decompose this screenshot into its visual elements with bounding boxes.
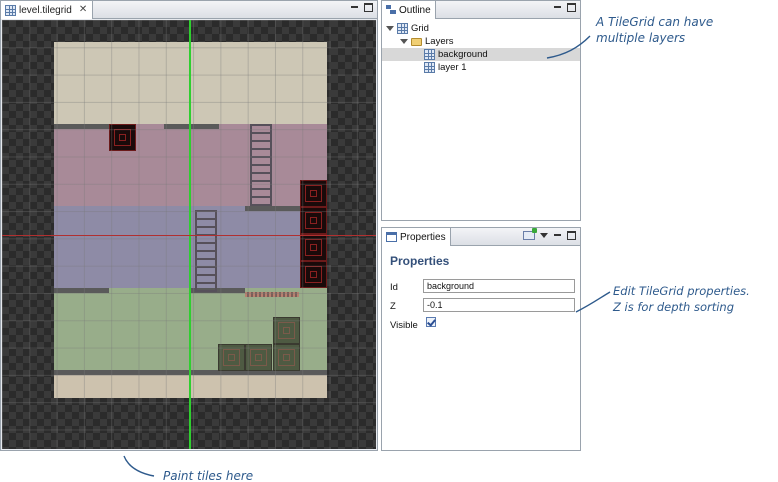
grid-icon	[424, 62, 435, 73]
editor-window-controls	[350, 3, 373, 12]
grid-icon	[5, 4, 16, 16]
layers-annotation: A TileGrid can have multiple layers	[596, 14, 713, 46]
properties-panel: Properties Properties Id Z Visible	[381, 227, 581, 451]
expand-triangle-icon[interactable]	[400, 39, 408, 44]
properties-tab-label: Properties	[400, 231, 446, 243]
properties-icon	[386, 232, 397, 242]
outline-tab-bar: Outline	[382, 1, 580, 19]
cursor-horizontal-line	[2, 235, 376, 236]
tile-canvas[interactable]	[2, 20, 376, 449]
tab-properties[interactable]: Properties	[382, 228, 451, 246]
maximize-icon[interactable]	[364, 3, 373, 12]
expand-triangle-icon[interactable]	[386, 26, 394, 31]
folder-icon	[411, 37, 422, 46]
annotation-line: multiple layers	[596, 31, 686, 45]
visible-checkbox[interactable]	[426, 317, 436, 327]
tree-node-label: Layers	[425, 36, 454, 47]
annotation-line: A TileGrid can have	[596, 15, 714, 29]
outline-tree: Grid Layers background layer 1	[382, 19, 580, 74]
outline-panel: Outline Grid Layers background layer 1	[381, 0, 581, 221]
properties-toolbar	[523, 228, 576, 240]
z-field[interactable]	[423, 298, 575, 312]
tree-node-grid[interactable]: Grid	[382, 22, 580, 35]
tree-node-label: layer 1	[438, 62, 467, 73]
minimize-icon[interactable]	[553, 3, 562, 12]
outline-window-controls	[553, 3, 576, 12]
annotation-line: Edit TileGrid properties.	[613, 284, 750, 298]
z-label: Z	[390, 301, 396, 312]
paint-annotation: Paint tiles here	[163, 469, 254, 482]
editor-tab-bar: level.tilegrid ✕	[1, 1, 377, 19]
properties-callout-line	[575, 291, 611, 313]
properties-heading: Properties	[390, 254, 450, 268]
grid-icon	[424, 49, 435, 60]
annotation-line: Z is for depth sorting	[613, 300, 735, 314]
tree-node-label: Grid	[411, 23, 429, 34]
id-field[interactable]	[423, 279, 575, 293]
tree-node-layer-1[interactable]: layer 1	[382, 61, 580, 74]
tree-node-background[interactable]: background	[382, 48, 580, 61]
tab-level-tilegrid[interactable]: level.tilegrid ✕	[1, 1, 93, 19]
paint-callout-line	[123, 455, 155, 477]
properties-tab-bar: Properties	[382, 228, 580, 246]
outline-tab-label: Outline	[399, 4, 431, 16]
tab-outline[interactable]: Outline	[382, 1, 436, 19]
maximize-icon[interactable]	[567, 231, 576, 240]
id-label: Id	[390, 282, 398, 293]
tree-node-layers[interactable]: Layers	[382, 35, 580, 48]
tab-label: level.tilegrid	[19, 4, 72, 16]
close-icon[interactable]: ✕	[79, 5, 87, 15]
maximize-icon[interactable]	[567, 3, 576, 12]
tilegrid-editor: level.tilegrid ✕	[0, 0, 378, 451]
properties-annotation: Edit TileGrid properties. Z is for depth…	[613, 283, 750, 315]
visible-label: Visible	[390, 320, 418, 331]
pin-icon[interactable]	[523, 228, 537, 240]
view-menu-icon[interactable]	[540, 233, 548, 238]
minimize-icon[interactable]	[350, 3, 359, 12]
minimize-icon[interactable]	[553, 231, 562, 240]
grid-icon	[397, 23, 408, 34]
tree-node-label: background	[438, 49, 488, 60]
outline-icon	[386, 5, 396, 15]
